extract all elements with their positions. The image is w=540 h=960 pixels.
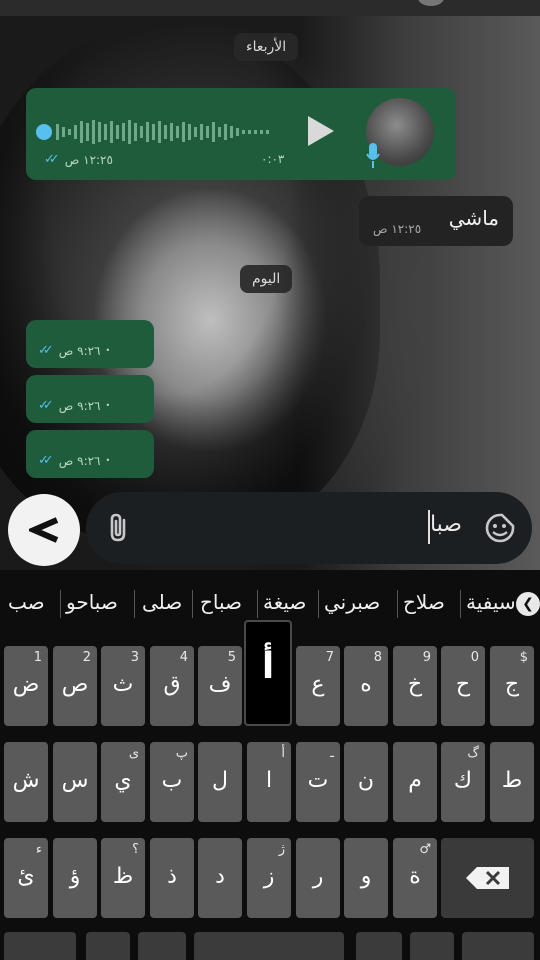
message-input-text[interactable]: صبا — [430, 512, 462, 537]
key[interactable]: ژز — [247, 838, 291, 918]
read-ticks-icon: ✓✓ — [38, 453, 54, 468]
message-time: ٩:٢٦ ص — [58, 398, 101, 413]
key[interactable]: ـت — [296, 742, 340, 822]
send-arrow-icon — [29, 517, 59, 543]
key[interactable]: م — [393, 742, 437, 822]
text-caret — [428, 510, 430, 544]
voice-duration: ٠:٠٣ — [261, 152, 285, 166]
suggestion-item[interactable]: صلى — [142, 590, 182, 614]
key[interactable]: 4ق — [150, 646, 194, 726]
suggestion-item[interactable]: صباح — [200, 590, 242, 614]
punctuation-key[interactable] — [410, 932, 454, 960]
date-divider-today: اليوم — [240, 265, 293, 293]
date-divider-wednesday: الأربعاء — [234, 33, 299, 61]
key[interactable]: 9خ — [393, 646, 437, 726]
backspace-key[interactable] — [441, 838, 534, 918]
suggestion-item[interactable]: صب — [8, 590, 45, 614]
suggestion-item[interactable]: سيفية — [466, 590, 514, 614]
key[interactable]: $ ج — [490, 646, 534, 726]
suggestion-item[interactable]: صباحو — [66, 590, 118, 614]
message-dot: • — [105, 346, 111, 355]
incoming-message-bubble[interactable]: ماشي ١٢:٢٥ ص — [359, 196, 513, 246]
message-time: ١٢:٢٥ ص — [373, 222, 422, 236]
key[interactable]: د — [198, 838, 242, 918]
key[interactable]: 0ح — [441, 646, 485, 726]
suggestion-item[interactable]: صبرني — [324, 590, 380, 614]
chevron-left-icon[interactable]: ❮ — [516, 592, 540, 616]
message-input[interactable]: صبا — [86, 492, 532, 564]
key[interactable]: ♂ ة — [393, 838, 437, 918]
outgoing-message-bubble[interactable]: ✓✓ ٩:٢٦ ص • — [26, 320, 154, 368]
play-icon[interactable] — [308, 116, 334, 146]
key[interactable]: ن — [344, 742, 388, 822]
voice-message-meta: ✓✓ ١٢:٢٥ ص — [44, 152, 113, 167]
symbols-key[interactable] — [4, 932, 76, 960]
top-bar — [0, 0, 540, 16]
language-key[interactable] — [86, 932, 130, 960]
message-time: ٩:٢٦ ص — [58, 453, 101, 468]
key[interactable]: ءئ — [4, 838, 48, 918]
key[interactable]: ؤ — [53, 838, 97, 918]
key[interactable]: ر — [296, 838, 340, 918]
key-preview-popup: أ — [244, 620, 292, 726]
message-text: ماشي — [448, 206, 499, 230]
read-ticks-icon: ✓✓ — [38, 398, 54, 413]
key[interactable]: 1ض — [4, 646, 48, 726]
key[interactable]: س — [53, 742, 97, 822]
attach-icon[interactable] — [106, 512, 132, 544]
key[interactable]: پب — [150, 742, 194, 822]
enter-key[interactable] — [462, 932, 534, 960]
voice-message-bubble[interactable]: ✓✓ ١٢:٢٥ ص ٠:٠٣ — [26, 88, 456, 180]
key[interactable]: 3ث — [101, 646, 145, 726]
waveform[interactable] — [56, 118, 282, 146]
backspace-icon — [466, 867, 509, 889]
key[interactable]: 7ع — [296, 646, 340, 726]
key[interactable]: 2ص — [53, 646, 97, 726]
key[interactable]: ذ — [150, 838, 194, 918]
key[interactable]: و — [344, 838, 388, 918]
suggestion-item[interactable]: صلاح — [403, 590, 445, 614]
clipboard-key[interactable] — [356, 932, 402, 960]
message-time: ٩:٢٦ ص — [58, 343, 101, 358]
playback-position-dot[interactable] — [36, 124, 52, 140]
key[interactable]: ش — [4, 742, 48, 822]
key[interactable]: ل — [198, 742, 242, 822]
message-dot: • — [105, 456, 111, 465]
outgoing-message-bubble[interactable]: ✓✓ ٩:٢٦ ص • — [26, 375, 154, 423]
key[interactable]: ؟ ظ — [101, 838, 145, 918]
outgoing-message-bubble[interactable]: ✓✓ ٩:٢٦ ص • — [26, 430, 154, 478]
key[interactable]: 5ف — [198, 646, 242, 726]
key[interactable]: گك — [441, 742, 485, 822]
message-dot: • — [105, 401, 111, 410]
key[interactable]: 8ه — [344, 646, 388, 726]
read-ticks-icon: ✓✓ — [38, 343, 54, 358]
key[interactable]: ىي — [101, 742, 145, 822]
read-ticks-icon: ✓✓ — [44, 152, 60, 167]
send-button[interactable] — [8, 494, 80, 566]
key[interactable]: أا — [247, 742, 291, 822]
microphone-icon — [366, 143, 380, 168]
message-time: ١٢:٢٥ ص — [64, 152, 113, 167]
space-key[interactable] — [194, 932, 344, 960]
suggestion-item[interactable]: صيغة — [263, 590, 306, 614]
sticker-icon[interactable] — [484, 512, 516, 544]
emoji-key[interactable] — [138, 932, 186, 960]
key[interactable]: ط — [490, 742, 534, 822]
